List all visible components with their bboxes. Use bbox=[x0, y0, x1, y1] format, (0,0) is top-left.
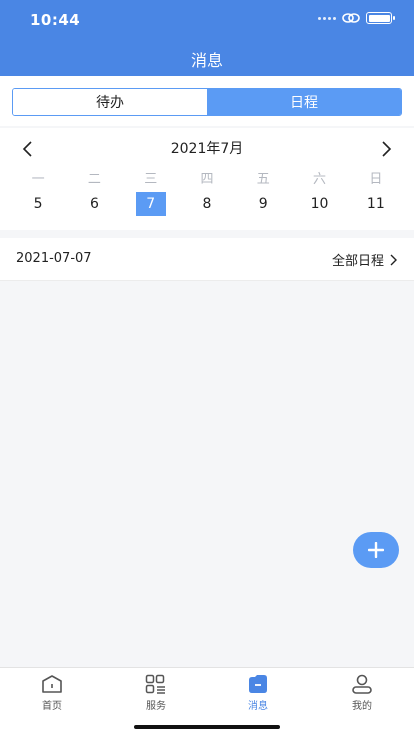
tabbar-item-services[interactable]: 服务 bbox=[104, 674, 208, 712]
user-icon bbox=[352, 674, 372, 694]
segment-container: 待办 日程 bbox=[0, 76, 414, 126]
calendar-day[interactable]: 11 bbox=[361, 192, 391, 216]
tabbar-label: 服务 bbox=[146, 701, 166, 712]
status-icons bbox=[318, 12, 395, 24]
tabbar-item-home[interactable]: 首页 bbox=[0, 674, 104, 712]
calendar-day[interactable]: 8 bbox=[192, 192, 222, 216]
home-indicator bbox=[134, 725, 280, 729]
app-header: 10:44 消息 bbox=[0, 0, 414, 76]
tab-schedule[interactable]: 日程 bbox=[207, 89, 401, 115]
segment-control: 待办 日程 bbox=[12, 88, 402, 116]
weekday-label: 二 bbox=[87, 172, 101, 187]
battery-icon bbox=[366, 12, 395, 24]
prev-week-icon[interactable] bbox=[20, 141, 36, 157]
plus-icon bbox=[368, 542, 384, 558]
grid-icon bbox=[145, 674, 165, 694]
weekday-label: 五 bbox=[256, 172, 270, 187]
tab-todo[interactable]: 待办 bbox=[13, 89, 207, 115]
next-week-icon[interactable] bbox=[378, 141, 394, 157]
weekday-label: 一 bbox=[31, 172, 45, 187]
link-icon bbox=[342, 13, 360, 23]
tabbar-label: 首页 bbox=[42, 701, 62, 712]
calendar-day[interactable]: 5 bbox=[23, 192, 53, 216]
weekday-label: 四 bbox=[200, 172, 214, 187]
tabbar-label: 消息 bbox=[248, 701, 268, 712]
schedule-date: 2021-07-07 bbox=[16, 251, 92, 266]
tabbar-item-messages[interactable]: 消息 bbox=[206, 674, 310, 712]
all-schedule-link[interactable]: 全部日程 bbox=[332, 250, 398, 269]
tabbar-item-profile[interactable]: 我的 bbox=[310, 674, 414, 712]
weekday-label: 日 bbox=[369, 172, 383, 187]
weekday-row: 一 二 三 四 五 六 日 bbox=[10, 168, 404, 187]
tabbar-label: 我的 bbox=[352, 701, 372, 712]
weekday-label: 三 bbox=[144, 172, 158, 187]
all-schedule-label: 全部日程 bbox=[331, 254, 384, 269]
calendar-day-selected[interactable]: 7 bbox=[135, 192, 166, 216]
chevron-right-icon bbox=[390, 254, 397, 265]
schedule-date-row: 2021-07-07 全部日程 bbox=[0, 238, 414, 281]
calendar-header: 2021年7月 bbox=[0, 138, 414, 160]
home-icon bbox=[42, 675, 62, 693]
page-title: 消息 bbox=[190, 51, 223, 70]
signal-icon bbox=[318, 16, 336, 20]
calendar-month-label: 2021年7月 bbox=[170, 141, 244, 157]
add-schedule-button[interactable] bbox=[353, 532, 399, 568]
status-time: 10:44 bbox=[30, 11, 81, 29]
calendar-day[interactable]: 10 bbox=[305, 192, 335, 216]
message-icon bbox=[249, 675, 267, 693]
weekday-label: 六 bbox=[313, 172, 327, 187]
calendar-day[interactable]: 9 bbox=[248, 192, 278, 216]
calendar-day[interactable]: 6 bbox=[79, 192, 109, 216]
day-row: 5 6 7 8 9 10 11 bbox=[10, 192, 404, 216]
week-calendar: 2021年7月 一 二 三 四 五 六 日 5 6 7 8 9 10 11 bbox=[0, 128, 414, 230]
